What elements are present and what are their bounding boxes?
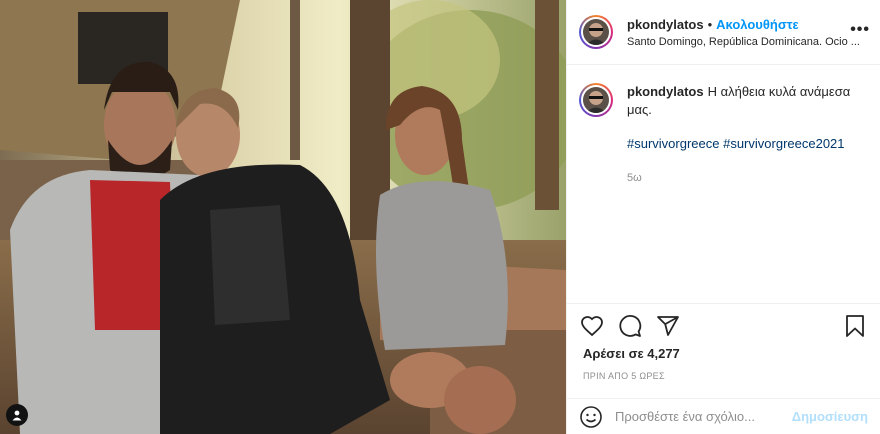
post-photo[interactable] [0, 0, 566, 434]
likes-count[interactable]: Αρέσει σε 4,277 [567, 346, 880, 361]
share-icon[interactable] [655, 313, 681, 339]
caption-username[interactable]: pkondylatos [627, 84, 704, 99]
post-timestamp: ΠΡΙΝ ΑΠΟ 5 ΩΡΕΣ [583, 371, 665, 381]
comment-input[interactable] [615, 409, 792, 424]
more-options-icon[interactable]: ••• [850, 21, 870, 39]
user-tag-icon[interactable] [6, 404, 28, 426]
caption-age: 5ω [627, 172, 642, 184]
photo-scene [0, 0, 566, 434]
follow-button[interactable]: Ακολουθήστε [716, 17, 799, 32]
hashtags[interactable]: #survivorgreece #survivorgreece2021 [627, 135, 868, 153]
location-link[interactable]: Santo Domingo, República Dominicana. Oci… [627, 36, 868, 48]
post-header: pkondylatos • Ακολουθήστε Santo Domingo, R… [567, 0, 880, 65]
emoji-icon[interactable] [579, 405, 603, 429]
comment-icon[interactable] [617, 313, 643, 339]
bookmark-icon[interactable] [842, 313, 868, 339]
action-bar: Αρέσει σε 4,277 ΠΡΙΝ ΑΠΟ 5 ΩΡΕΣ [567, 303, 880, 381]
heart-icon[interactable] [579, 313, 605, 339]
caption-avatar[interactable] [579, 83, 613, 117]
instagram-post: pkondylatos • Ακολουθήστε Santo Domingo, R… [0, 0, 880, 434]
caption: pkondylatos Η αλήθεια κυλά ανάμεσα μας. #… [567, 65, 880, 187]
comment-bar: Δημοσίευση [567, 398, 880, 434]
username-link[interactable]: pkondylatos [627, 17, 704, 32]
publish-button[interactable]: Δημοσίευση [792, 409, 868, 424]
avatar[interactable] [579, 15, 613, 49]
separator-dot: • [707, 16, 713, 32]
post-sidebar: pkondylatos • Ακολουθήστε Santo Domingo, R… [566, 0, 880, 434]
